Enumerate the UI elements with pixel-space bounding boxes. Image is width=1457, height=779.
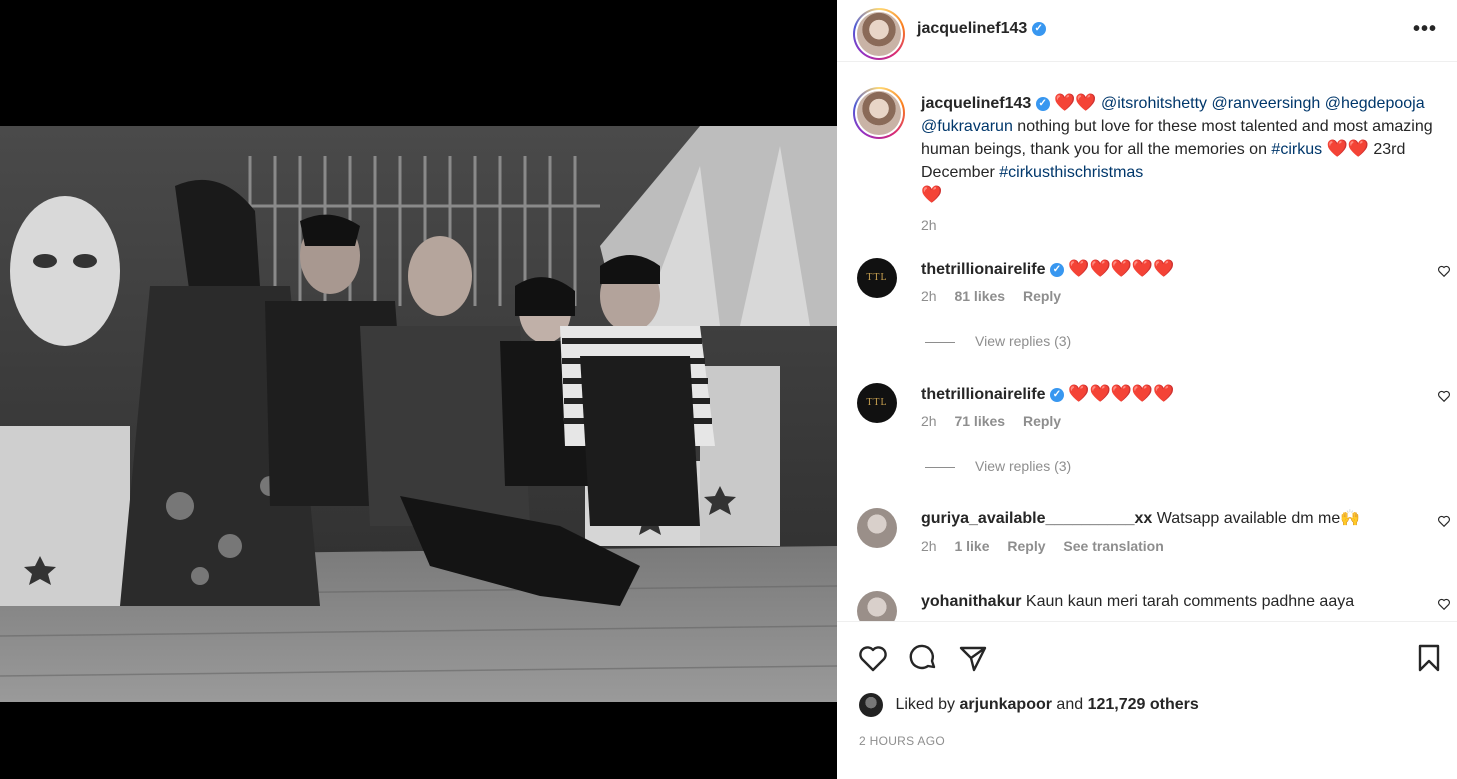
caption-text: jacquelinef143 ✓ ❤️❤️ @itsrohitshetty @r… [921,92,1441,236]
reply-button[interactable]: Reply [1007,538,1045,554]
view-replies-button[interactable]: View replies (3) [925,458,1071,474]
verified-badge-icon: ✓ [1049,262,1064,277]
commenter-avatar[interactable] [857,591,897,621]
author-username[interactable]: jacquelinef143 [917,20,1027,37]
comment-heart-icon[interactable] [1437,389,1451,403]
commenter-avatar[interactable]: TTL [857,383,897,423]
comment-meta: 2h 1 like Reply See translation [921,538,1178,554]
liker-username[interactable]: arjunkapoor [960,696,1052,713]
send-icon[interactable] [957,642,989,674]
post-photo[interactable] [0,126,837,702]
verified-badge-icon: ✓ [1035,96,1050,111]
comment-body: ❤️❤️❤️❤️❤️ [1068,259,1175,278]
comment-meta: 2h 71 likes Reply [921,413,1075,429]
bookmark-icon[interactable] [1413,642,1445,674]
comment-heart-icon[interactable] [1437,514,1451,528]
comment-text: thetrillionairelife ✓ ❤️❤️❤️❤️❤️ [921,258,1401,281]
reply-button[interactable]: Reply [1023,413,1061,429]
comment-body: ❤️❤️❤️❤️❤️ [1068,384,1175,403]
liker-avatar[interactable] [859,693,883,717]
photo-illustration [0,126,837,702]
heart-emoji: ❤️❤️ [1326,139,1369,158]
comment-likes[interactable]: 81 likes [954,288,1005,304]
author-name-row: jacquelinef143 ✓ [917,20,1046,38]
comment-meta: 2h 81 likes Reply [921,288,1075,304]
post-side-panel: jacquelinef143 ✓ ••• jacquelinef143 ✓ ❤️… [837,0,1457,779]
comment-likes[interactable]: 1 like [954,538,989,554]
mention-link[interactable]: @itsrohitshetty [1101,95,1207,112]
more-options-button[interactable]: ••• [1413,18,1437,41]
post-header: jacquelinef143 ✓ ••• [837,0,1457,62]
hashtag-link[interactable]: #cirkusthischristmas [999,164,1143,181]
comment-time[interactable]: 2h [921,538,937,554]
see-translation-button[interactable]: See translation [1063,538,1163,554]
liked-by-summary: Liked by arjunkapoor and 121,729 others [859,693,1199,717]
comment-likes[interactable]: 71 likes [954,413,1005,429]
reply-button[interactable]: Reply [1023,288,1061,304]
comment-time[interactable]: 2h [921,413,937,429]
heart-emoji: ❤️ [921,185,943,204]
heart-emoji: ❤️❤️ [1054,93,1097,112]
caption-time[interactable]: 2h [921,214,1441,237]
commenter-avatar[interactable] [857,508,897,548]
instagram-post-view: jacquelinef143 ✓ ••• jacquelinef143 ✓ ❤️… [0,0,1457,779]
view-replies-button[interactable]: View replies (3) [925,333,1071,349]
caption-username[interactable]: jacquelinef143 [921,95,1031,112]
likes-count-button[interactable]: 121,729 others [1088,696,1199,713]
commenter-username[interactable]: thetrillionairelife [921,261,1045,278]
caption-author-avatar[interactable] [853,87,905,139]
post-media-area [0,0,837,779]
comment-text: guriya_available__________xx Watsapp ava… [921,508,1401,530]
comment-heart-icon[interactable] [1437,597,1451,611]
post-timestamp[interactable]: 2 HOURS AGO [859,734,945,748]
commenter-username[interactable]: yohanithakur [921,593,1021,610]
author-avatar[interactable] [853,8,905,60]
mention-link[interactable]: @fukravarun [921,118,1013,135]
commenter-avatar[interactable]: TTL [857,258,897,298]
mention-link[interactable]: @ranveersingh [1212,95,1321,112]
hashtag-link[interactable]: #cirkus [1271,141,1322,158]
comment-text: yohanithakur Kaun kaun meri tarah commen… [921,591,1401,613]
comment-time[interactable]: 2h [921,288,937,304]
comment-body: Watsapp available dm me🙌 [1156,510,1361,527]
heart-icon[interactable] [857,642,889,674]
post-actions-bar: Liked by arjunkapoor and 121,729 others … [837,621,1457,779]
mention-link[interactable]: @hegdepooja [1325,95,1425,112]
comments-scroll-area[interactable]: jacquelinef143 ✓ ❤️❤️ @itsrohitshetty @r… [837,63,1457,621]
comment-icon[interactable] [907,642,939,674]
comment-text: thetrillionairelife ✓ ❤️❤️❤️❤️❤️ [921,383,1401,406]
comment-heart-icon[interactable] [1437,264,1451,278]
commenter-username[interactable]: thetrillionairelife [921,386,1045,403]
commenter-username[interactable]: guriya_available__________xx [921,510,1152,527]
comment-body: Kaun kaun meri tarah comments padhne aay… [1025,593,1355,610]
verified-badge-icon: ✓ [1031,21,1046,36]
verified-badge-icon: ✓ [1049,387,1064,402]
